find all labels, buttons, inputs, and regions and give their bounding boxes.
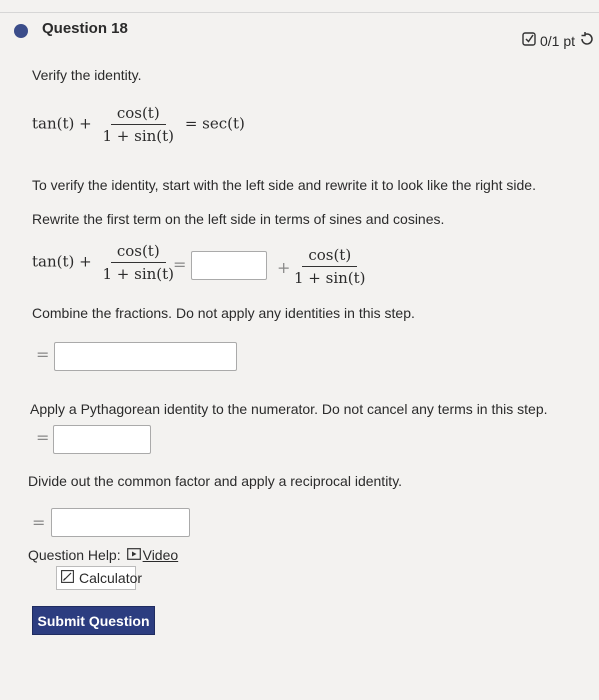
video-icon xyxy=(126,547,141,563)
step1-equals: = xyxy=(173,255,187,274)
step4-equals: = xyxy=(32,513,46,532)
step1-rhs-fraction-wrap: cos(t) 1 + sin(t) xyxy=(288,246,372,287)
submit-question-button[interactable]: Submit Question xyxy=(32,606,155,635)
instruction-step2: Combine the fractions. Do not apply any … xyxy=(32,305,415,321)
video-link-label: Video xyxy=(142,547,179,563)
step1-rhs-denominator: 1 + sin(t) xyxy=(294,269,366,287)
calculator-button[interactable]: Calculator xyxy=(56,566,142,590)
instruction-start: To verify the identity, start with the l… xyxy=(32,177,536,193)
calculator-icon xyxy=(61,570,74,586)
prompt-text: Verify the identity. xyxy=(32,67,142,83)
points-value: 0/1 pt xyxy=(539,32,575,49)
question-status-dot xyxy=(14,24,28,38)
instruction-step3: Apply a Pythagorean identity to the nume… xyxy=(30,401,548,417)
instruction-step1: Rewrite the first term on the left side … xyxy=(32,211,445,227)
identity-rhs: = sec(t) xyxy=(184,114,245,133)
checkbox-icon xyxy=(522,32,536,49)
points-indicator: 0/1 pt xyxy=(522,31,595,50)
step1-fraction: cos(t) 1 + sin(t) xyxy=(102,242,174,283)
instruction-step4: Divide out the common factor and apply a… xyxy=(28,473,403,489)
help-label: Question Help: xyxy=(28,547,121,563)
step1-denominator: 1 + sin(t) xyxy=(102,265,175,283)
identity-fraction: cos(t) 1 + sin(t) xyxy=(102,104,174,145)
answer-input-step1[interactable] xyxy=(191,251,267,280)
question-header: Question 18 0/1 pt xyxy=(0,14,599,50)
step3-equals: = xyxy=(36,428,50,447)
question-help: Question Help: Video xyxy=(28,547,178,563)
answer-input-step3[interactable] xyxy=(53,425,151,454)
step2-equals: = xyxy=(36,345,50,364)
step1-numerator: cos(t) xyxy=(110,242,166,263)
identity-equation: tan(t) + cos(t) 1 + sin(t) = sec(t) xyxy=(32,104,245,145)
top-divider xyxy=(0,12,599,13)
step1-rhs-numerator: cos(t) xyxy=(302,246,358,267)
step1-rhs-fraction: cos(t) 1 + sin(t) xyxy=(294,246,366,287)
calculator-label: Calculator xyxy=(79,570,143,586)
identity-numerator: cos(t) xyxy=(110,104,166,125)
identity-denominator: 1 + sin(t) xyxy=(102,127,175,145)
identity-lhs: tan(t) + xyxy=(32,114,92,133)
retry-icon[interactable] xyxy=(579,31,595,50)
question-title: Question 18 xyxy=(42,20,128,37)
step1-lhs: tan(t) + xyxy=(32,252,92,271)
step1-equation: tan(t) + cos(t) 1 + sin(t) xyxy=(32,242,180,283)
answer-input-step2[interactable] xyxy=(54,342,237,371)
video-link[interactable]: Video xyxy=(126,547,179,563)
answer-input-step4[interactable] xyxy=(51,508,190,537)
